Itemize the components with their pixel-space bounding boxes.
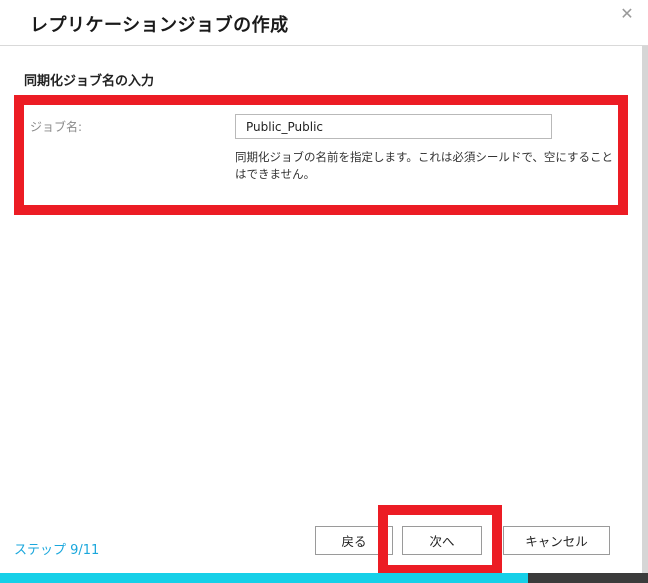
job-name-label: ジョブ名: (30, 120, 83, 134)
replication-job-dialog: レプリケーションジョブの作成 ✕ 同期化ジョブ名の入力 ジョブ名: 同期化ジョブ… (0, 0, 648, 583)
section-title: 同期化ジョブ名の入力 (24, 74, 155, 89)
highlight-frame-next-button (378, 505, 502, 575)
progress-bar (0, 573, 648, 583)
dialog-header: レプリケーションジョブの作成 ✕ (0, 0, 648, 46)
step-indicator: ステップ 9/11 (14, 543, 100, 558)
scrollbar[interactable] (642, 46, 648, 574)
cancel-button[interactable]: キャンセル (503, 526, 610, 555)
close-icon[interactable]: ✕ (618, 5, 636, 23)
progress-bar-fill (0, 573, 529, 583)
job-name-help-text: 同期化ジョブの名前を指定します。これは必須シールドで、空にすることはできません。 (235, 150, 614, 181)
dialog-title: レプリケーションジョブの作成 (30, 15, 289, 36)
job-name-input[interactable] (235, 114, 552, 139)
